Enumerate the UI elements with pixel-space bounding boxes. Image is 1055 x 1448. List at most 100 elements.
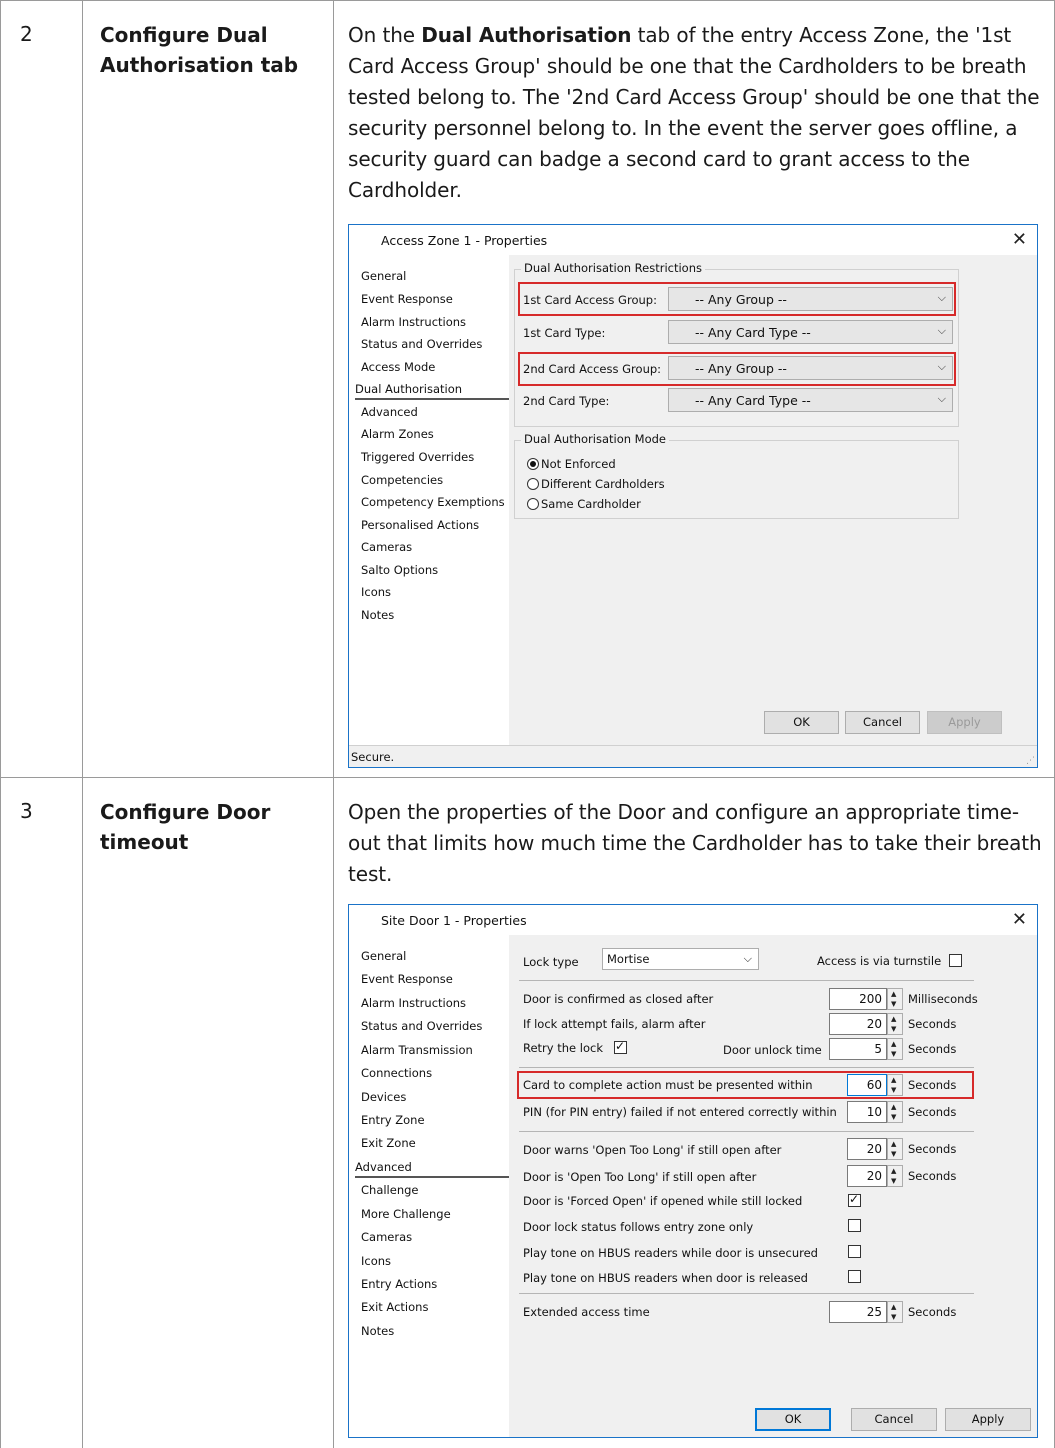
- close-icon[interactable]: ✕: [1012, 229, 1027, 250]
- cancel-button[interactable]: Cancel: [845, 711, 920, 734]
- forced-open-checkbox[interactable]: [848, 1192, 861, 1207]
- nav-item-advanced[interactable]: Advanced: [355, 1160, 509, 1178]
- row-title: Configure Door timeout: [100, 800, 271, 854]
- spin-arrows-icon[interactable]: ▲ ▼: [887, 1165, 903, 1187]
- dialog-titlebar: Access Zone 1 - Properties ✕: [349, 225, 1037, 255]
- nav-item-general[interactable]: General: [361, 269, 406, 283]
- nav-item-salto-options[interactable]: Salto Options: [361, 563, 438, 577]
- nav-item-cameras[interactable]: Cameras: [361, 1230, 412, 1244]
- otl-label: Door is 'Open Too Long' if still open af…: [523, 1170, 757, 1184]
- nav-item-more-challenge[interactable]: More Challenge: [361, 1207, 451, 1221]
- lock-fail-input[interactable]: 20: [829, 1013, 887, 1035]
- nav-item-general[interactable]: General: [361, 949, 406, 963]
- lock-type-select[interactable]: Mortise ⌵: [602, 948, 759, 970]
- lock-fail-label: If lock attempt fails, alarm after: [523, 1017, 706, 1031]
- lock-status-label: Door lock status follows entry zone only: [523, 1220, 754, 1234]
- spin-arrows-icon[interactable]: ▲ ▼: [887, 988, 903, 1010]
- mode-group: Dual Authorisation Mode Not Enforced Dif…: [514, 432, 959, 519]
- nav-item-icons[interactable]: Icons: [361, 1254, 391, 1268]
- spin-arrows-icon[interactable]: ▲ ▼: [887, 1038, 903, 1060]
- confirmed-closed-input[interactable]: 200: [829, 988, 887, 1010]
- restrictions-group: Dual Authorisation Restrictions 1st Card…: [514, 261, 959, 427]
- dialog-title: Access Zone 1 - Properties: [381, 233, 548, 248]
- tone-unsecured-label: Play tone on HBUS readers while door is …: [523, 1246, 818, 1260]
- cancel-button[interactable]: Cancel: [851, 1408, 937, 1431]
- nav-item-notes[interactable]: Notes: [361, 1324, 394, 1338]
- nav-item-triggered-overrides[interactable]: Triggered Overrides: [361, 450, 474, 464]
- tone-released-checkbox[interactable]: [848, 1270, 861, 1283]
- tone-released-label: Play tone on HBUS readers when door is r…: [523, 1271, 808, 1285]
- nav-item-alarm-transmission[interactable]: Alarm Transmission: [361, 1043, 473, 1057]
- unlock-time-input[interactable]: 5: [829, 1038, 887, 1060]
- nav-item-entry-actions[interactable]: Entry Actions: [361, 1277, 437, 1291]
- spin-arrows-icon[interactable]: ▲ ▼: [887, 1013, 903, 1035]
- nav-item-status-and-overrides[interactable]: Status and Overrides: [361, 1019, 482, 1033]
- pin-label: PIN (for PIN entry) failed if not entere…: [523, 1105, 837, 1119]
- ok-button[interactable]: OK: [755, 1408, 831, 1431]
- nav-item-devices[interactable]: Devices: [361, 1090, 406, 1104]
- radio-same-cardholder[interactable]: Same Cardholder: [527, 497, 641, 511]
- row-title: Configure Dual Authorisation tab: [100, 23, 299, 77]
- turnstile-checkbox[interactable]: [949, 954, 962, 967]
- warn-otl-input[interactable]: 20: [847, 1138, 887, 1160]
- chevron-down-icon: ⌵: [937, 324, 946, 337]
- nav-item-personalised-actions[interactable]: Personalised Actions: [361, 518, 479, 532]
- retry-lock-label: Retry the lock: [523, 1041, 603, 1055]
- row-description: On the Dual Authorisation tab of the ent…: [348, 23, 1040, 202]
- apply-button[interactable]: Apply: [945, 1408, 1031, 1431]
- second-card-type-select[interactable]: -- Any Card Type -- ⌵: [668, 388, 953, 412]
- nav-item-event-response[interactable]: Event Response: [361, 292, 453, 306]
- status-bar: Secure. ⋰: [349, 745, 1037, 767]
- site-door-properties-dialog: Site Door 1 - Properties ✕ General Event…: [348, 904, 1038, 1438]
- nav-item-connections[interactable]: Connections: [361, 1066, 432, 1080]
- radio-different-cardholders[interactable]: Different Cardholders: [527, 477, 665, 491]
- highlight-box: [517, 1071, 974, 1099]
- nav-item-competencies[interactable]: Competencies: [361, 473, 443, 487]
- nav-item-status-and-overrides[interactable]: Status and Overrides: [361, 337, 482, 351]
- apply-button[interactable]: Apply: [927, 711, 1002, 734]
- nav-item-advanced[interactable]: Advanced: [361, 405, 418, 419]
- highlight-box: [518, 282, 956, 316]
- first-card-type-select[interactable]: -- Any Card Type -- ⌵: [668, 320, 953, 344]
- separator: [519, 1293, 974, 1294]
- confirmed-closed-label: Door is confirmed as closed after: [523, 992, 714, 1006]
- extended-access-input[interactable]: 25: [829, 1301, 887, 1323]
- separator: [519, 1067, 974, 1068]
- mode-group-label: Dual Authorisation Mode: [521, 432, 670, 446]
- nav-item-access-mode[interactable]: Access Mode: [361, 360, 435, 374]
- restrictions-group-label: Dual Authorisation Restrictions: [521, 261, 705, 275]
- lock-status-checkbox[interactable]: [848, 1219, 861, 1232]
- otl-unit: Seconds: [908, 1169, 957, 1183]
- nav-item-notes[interactable]: Notes: [361, 608, 394, 622]
- spin-arrows-icon[interactable]: ▲ ▼: [887, 1301, 903, 1323]
- nav-item-alarm-instructions[interactable]: Alarm Instructions: [361, 996, 466, 1010]
- nav-item-alarm-instructions[interactable]: Alarm Instructions: [361, 315, 466, 329]
- nav-item-entry-zone[interactable]: Entry Zone: [361, 1113, 425, 1127]
- pin-input[interactable]: 10: [847, 1101, 887, 1123]
- document-table: 2 Configure Dual Authorisation tab On th…: [0, 0, 1055, 1448]
- nav-item-alarm-zones[interactable]: Alarm Zones: [361, 427, 434, 441]
- extended-access-label: Extended access time: [523, 1305, 650, 1319]
- nav-item-competency-exemptions[interactable]: Competency Exemptions: [361, 495, 505, 509]
- nav-item-challenge[interactable]: Challenge: [361, 1183, 419, 1197]
- separator: [519, 980, 974, 981]
- retry-lock-checkbox[interactable]: [614, 1039, 627, 1054]
- nav-item-cameras[interactable]: Cameras: [361, 540, 412, 554]
- nav-item-exit-zone[interactable]: Exit Zone: [361, 1136, 416, 1150]
- nav-item-exit-actions[interactable]: Exit Actions: [361, 1300, 428, 1314]
- close-icon[interactable]: ✕: [1012, 909, 1027, 930]
- chevron-down-icon: ⌵: [937, 392, 946, 405]
- tone-unsecured-checkbox[interactable]: [848, 1245, 861, 1258]
- nav-item-event-response[interactable]: Event Response: [361, 972, 453, 986]
- otl-input[interactable]: 20: [847, 1165, 887, 1187]
- ok-button[interactable]: OK: [764, 711, 839, 734]
- nav-item-dual-authorisation[interactable]: Dual Authorisation: [355, 382, 509, 400]
- resize-grip-icon[interactable]: ⋰: [1026, 756, 1035, 766]
- spin-arrows-icon[interactable]: ▲ ▼: [887, 1138, 903, 1160]
- dialog-content-panel: Dual Authorisation Restrictions 1st Card…: [509, 255, 1037, 745]
- nav-item-icons[interactable]: Icons: [361, 585, 391, 599]
- row-description: Open the properties of the Door and conf…: [348, 800, 1042, 886]
- spin-arrows-icon[interactable]: ▲ ▼: [887, 1101, 903, 1123]
- radio-not-enforced[interactable]: Not Enforced: [527, 457, 616, 471]
- lock-type-label: Lock type: [523, 955, 579, 969]
